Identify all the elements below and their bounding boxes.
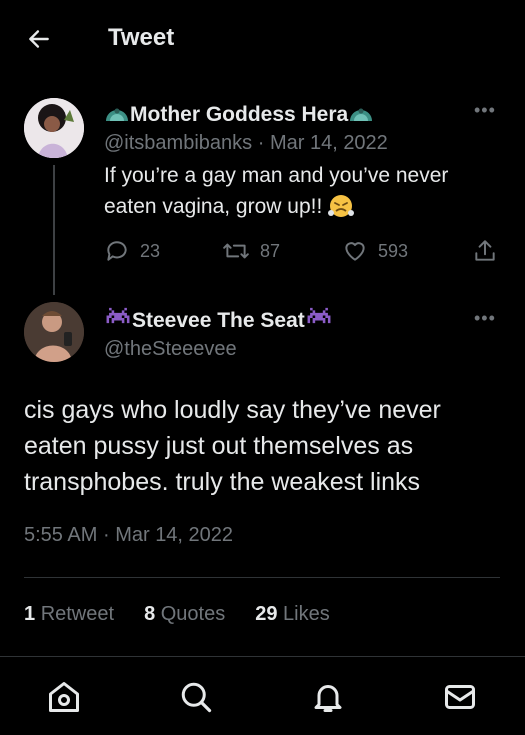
retweet-icon [223, 243, 249, 259]
separator: · [257, 132, 265, 154]
tweet1-author[interactable]: Mother Goddess Hera [104, 101, 374, 129]
messages-icon[interactable] [442, 679, 478, 715]
share-button[interactable] [472, 238, 508, 264]
retweet-count: 1 [24, 603, 36, 625]
retweet-button[interactable]: 87 [222, 238, 280, 264]
face-with-steam-emoji [328, 195, 355, 217]
like-button[interactable]: 593 [342, 238, 408, 264]
like-count: 29 [255, 603, 278, 625]
reply-count: 23 [140, 240, 161, 261]
tweet1-meta: @itsbambibanks · Mar 14, 2022 [104, 132, 388, 155]
bottom-nav [0, 657, 525, 735]
peacock-emoji [104, 101, 130, 129]
home-icon[interactable] [46, 679, 82, 715]
tweet1-text: If you’re a gay man and you’ve never eat… [104, 160, 504, 222]
tweet1-actions: 23 87 593 [104, 238, 504, 272]
engagement-stats: 1 Retweet 8 Quotes 29 Likes [24, 603, 360, 626]
search-icon[interactable] [178, 679, 214, 715]
heart-icon [345, 242, 365, 261]
peacock-emoji [348, 101, 374, 129]
avatar[interactable] [24, 98, 84, 158]
space-invader-emoji [305, 307, 333, 335]
arrow-left-icon[interactable] [26, 26, 52, 52]
display-name: Steevee The Seat [132, 309, 305, 332]
more-icon[interactable]: ••• [474, 100, 496, 121]
tweet-timestamp[interactable]: 5:55 AM · Mar 14, 2022 [24, 524, 233, 547]
retweets-stat[interactable]: 1 Retweet [24, 603, 114, 626]
tweet2-author[interactable]: Steevee The Seat [104, 307, 333, 335]
reply-icon [107, 241, 127, 261]
share-icon [475, 240, 495, 261]
notifications-icon[interactable] [310, 679, 346, 715]
tweet-date: Mar 14, 2022 [115, 524, 234, 546]
likes-stat[interactable]: 29 Likes [255, 603, 330, 626]
handle[interactable]: @itsbambibanks [104, 132, 252, 154]
avatar[interactable] [24, 302, 84, 362]
reply-button[interactable]: 23 [104, 238, 160, 264]
thread-line [53, 165, 55, 295]
tweet-body: If you’re a gay man and you’ve never eat… [104, 164, 449, 218]
tweet2-text: cis gays who loudly say they’ve never ea… [24, 396, 441, 496]
quote-count: 8 [144, 603, 156, 625]
display-name: Mother Goddess Hera [130, 103, 349, 126]
handle[interactable]: @theSteeevee [104, 338, 237, 361]
quote-label: Quotes [160, 603, 226, 625]
tweet-time: 5:55 AM [24, 524, 98, 546]
tweet-date[interactable]: Mar 14, 2022 [270, 132, 388, 154]
like-count: 593 [378, 240, 409, 261]
retweet-count: 87 [260, 240, 281, 261]
page-title: Tweet [108, 24, 175, 51]
quotes-stat[interactable]: 8 Quotes [144, 603, 225, 626]
space-invader-emoji [104, 307, 132, 335]
retweet-label: Retweet [40, 603, 115, 625]
like-label: Likes [283, 603, 330, 625]
more-icon[interactable]: ••• [474, 308, 496, 329]
divider [24, 577, 500, 578]
top-bar: Tweet [0, 0, 525, 80]
separator: · [102, 524, 110, 546]
